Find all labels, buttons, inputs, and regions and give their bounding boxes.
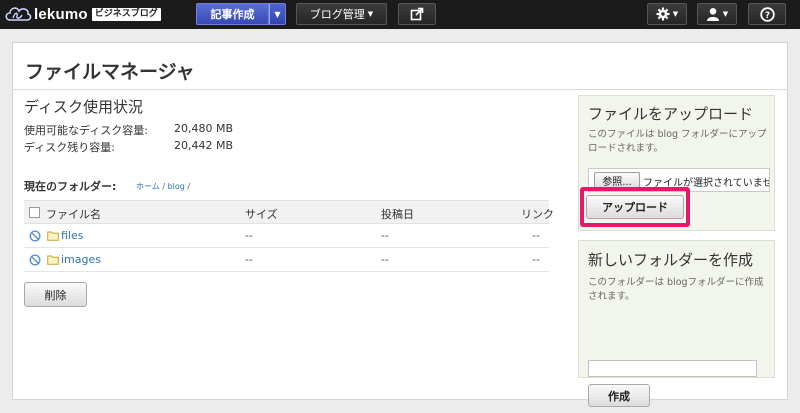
table-row: images -- -- -- (24, 248, 549, 272)
disk-usage-heading: ディスク使用状況 (24, 98, 143, 116)
breadcrumb-blog-link[interactable]: blog (168, 182, 185, 191)
page-title: ファイルマネージャ (25, 61, 195, 83)
no-delete-icon (29, 230, 41, 242)
upload-description: このファイルは blog フォルダーにアップロードされます。 (588, 129, 767, 154)
cloud-logo-icon (5, 7, 32, 21)
help-button[interactable]: ? (748, 3, 786, 25)
folder-name-input[interactable] (588, 360, 757, 377)
header-posted-date: 投稿日 (381, 208, 414, 221)
no-delete-icon (29, 254, 41, 266)
blog-manage-label: ブログ管理 (309, 8, 365, 21)
disk-available-value: 20,480 MB (174, 122, 234, 135)
breadcrumb-separator: / (162, 182, 166, 191)
chevron-down-icon: ▼ (274, 9, 281, 19)
file-manager-panel: ファイルマネージャ ディスク使用状況 使用可能なディスク容量: 20,480 M… (12, 42, 788, 407)
size-cell: -- (245, 229, 253, 242)
disk-remaining-value: 20,442 MB (174, 139, 234, 152)
disk-remaining-label: ディスク残り容量: (24, 141, 115, 154)
view-site-button[interactable] (398, 3, 436, 25)
folder-icon (47, 255, 59, 265)
chevron-down-icon: ▼ (672, 10, 679, 18)
table-header: ファイル名 サイズ 投稿日 リンク (24, 200, 554, 224)
table-row: files -- -- -- (24, 224, 549, 248)
size-cell: -- (245, 253, 253, 266)
delete-button[interactable]: 削除 (24, 282, 87, 307)
new-folder-title: 新しいフォルダーを作成 (588, 251, 754, 269)
new-folder-description: このフォルダーは blogフォルダーに作成されます。 (588, 277, 764, 302)
header-file-name: ファイル名 (46, 208, 101, 221)
header-size: サイズ (245, 208, 278, 221)
settings-menu[interactable]: ▼ (647, 3, 687, 25)
breadcrumb-home-link[interactable]: ホーム (136, 182, 160, 191)
folder-icon (47, 231, 59, 241)
blog-manage-menu[interactable]: ブログ管理 ▼ (296, 3, 387, 25)
disk-available-row: 使用可能なディスク容量: 20,480 MB (24, 122, 233, 138)
select-all-checkbox[interactable] (29, 207, 40, 218)
write-article-button[interactable]: 記事作成 (196, 3, 269, 25)
brand-logo[interactable]: lekumo ビジネスブログ (4, 3, 161, 25)
folder-link[interactable]: files (61, 229, 83, 242)
disk-available-label: 使用可能なディスク容量: (24, 124, 148, 137)
chevron-down-icon: ▼ (367, 10, 374, 18)
new-folder-box: 新しいフォルダーを作成 このフォルダーは blogフォルダーに作成されます。 作… (578, 240, 775, 407)
breadcrumb: ホーム / blog / (136, 181, 190, 192)
user-menu[interactable]: ▼ (697, 3, 737, 25)
user-icon (706, 8, 719, 21)
create-folder-button[interactable]: 作成 (588, 384, 650, 407)
chevron-down-icon: ▼ (722, 10, 729, 18)
folder-link[interactable]: images (61, 253, 101, 266)
external-link-icon (410, 7, 424, 21)
file-table: ファイル名 サイズ 投稿日 リンク files -- -- -- images … (24, 200, 554, 272)
divider (13, 89, 787, 90)
date-cell: -- (381, 253, 389, 266)
header-link: リンク (521, 208, 554, 221)
upload-file-box: ファイルをアップロード このファイルは blog フォルダーにアップロードされま… (578, 95, 775, 231)
gear-icon (656, 7, 670, 21)
link-cell: -- (532, 229, 540, 242)
disk-remaining-row: ディスク残り容量: 20,442 MB (24, 139, 233, 155)
help-icon: ? (759, 6, 775, 22)
current-folder-label: 現在のフォルダー: (24, 180, 117, 193)
breadcrumb-separator: / (187, 182, 191, 191)
date-cell: -- (381, 229, 389, 242)
top-navigation-bar: lekumo ビジネスブログ 記事作成 ▼ ブログ管理 ▼ ▼ ▼ ? (0, 0, 800, 29)
link-cell: -- (532, 253, 540, 266)
brand-name: lekumo (34, 5, 88, 23)
brand-badge: ビジネスブログ (91, 7, 161, 21)
upload-title: ファイルをアップロード (588, 105, 754, 123)
svg-text:?: ? (764, 11, 769, 21)
write-article-dropdown[interactable]: ▼ (269, 3, 286, 25)
upload-button[interactable]: アップロード (586, 195, 684, 219)
